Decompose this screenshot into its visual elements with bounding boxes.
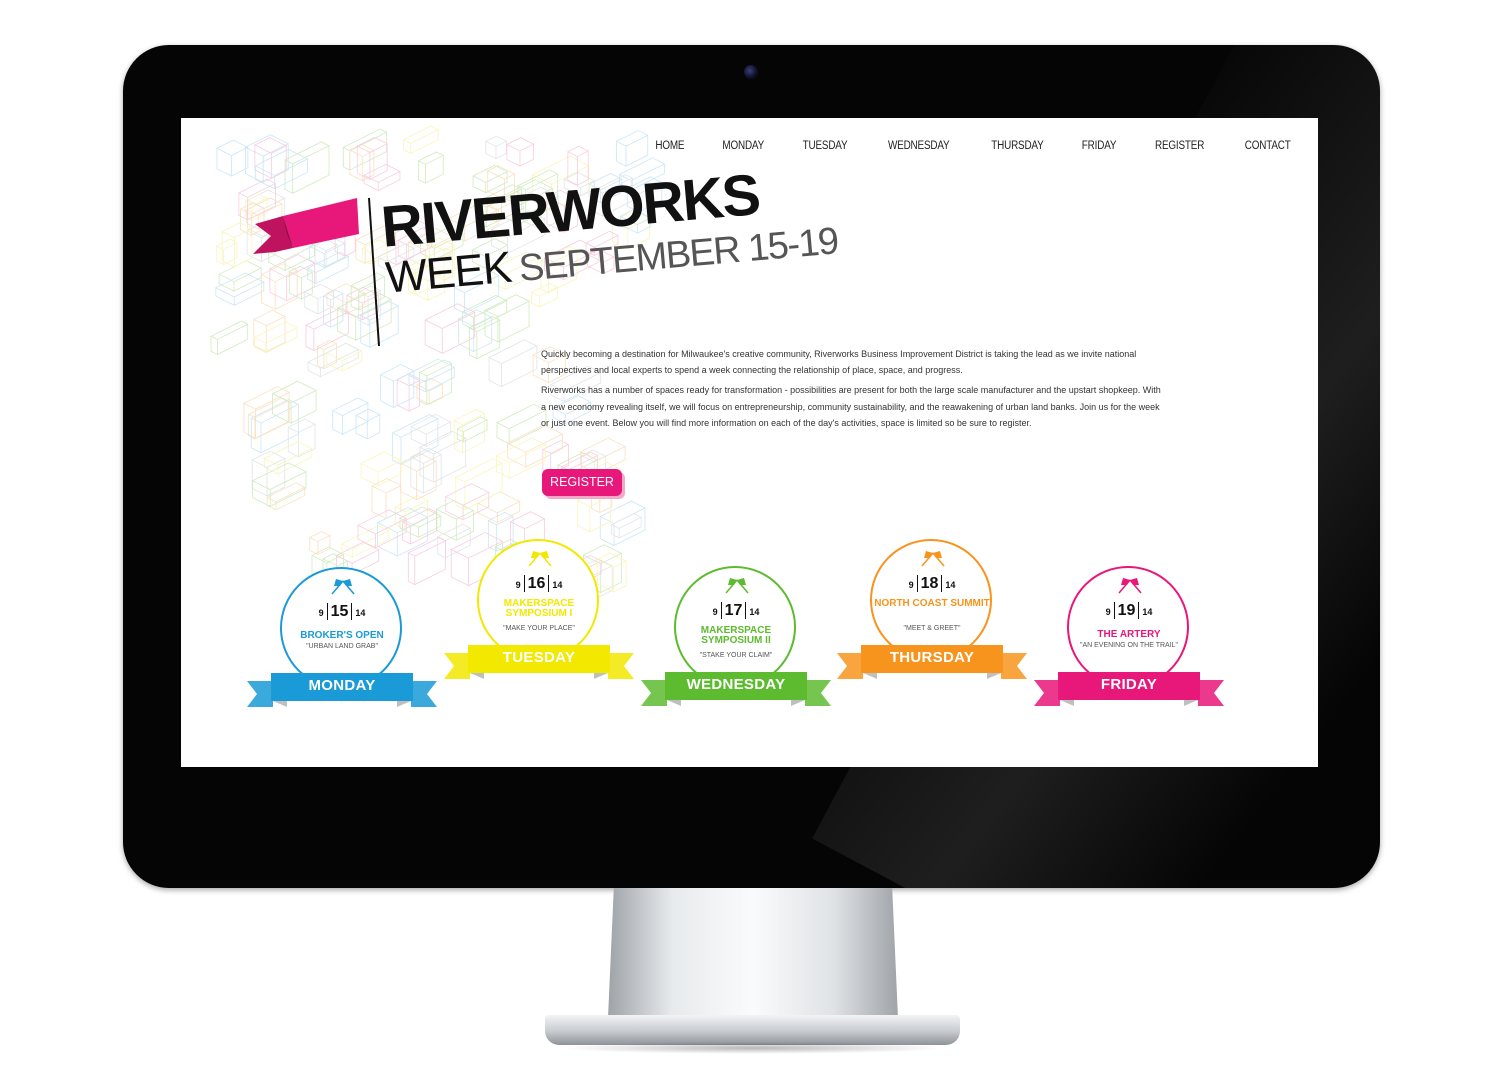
logo-week: WEEK: [383, 242, 514, 303]
badge-weekday-label: THURSDAY: [889, 649, 975, 666]
pink-ribbon-flag-icon: [253, 197, 380, 346]
badge-tagline: "MEET & GREET": [903, 625, 961, 632]
isometric-building-outline: [284, 141, 330, 194]
monitor-stand-shadow: [560, 1042, 945, 1054]
intro-paragraph: Quickly becoming a destination for Milwa…: [541, 349, 1137, 376]
day-badge-monday[interactable]: 9 15 14 BROKER'S OPEN "URBAN LAND GRAB" MO…: [247, 567, 437, 727]
badge-tagline: "STAKE YOUR CLAIM": [699, 652, 773, 659]
isometric-building-outline: [244, 134, 290, 184]
day-badge-thursday[interactable]: 9 18 14 NORTH COAST SUMMIT "MEET & GREET" …: [837, 539, 1027, 699]
crossed-flags-icon: [1118, 578, 1142, 594]
nav-thursday[interactable]: THURSDAY: [991, 140, 1043, 152]
crossed-flags-icon: [331, 579, 355, 595]
badge-date: 9 17 14: [641, 602, 831, 620]
badge-year: 14: [355, 608, 366, 618]
badge-day: 19: [1113, 602, 1140, 619]
crossed-flags-icon: [528, 551, 552, 567]
isometric-building-outline: [576, 489, 612, 533]
badge-event-title: THE ARTERY: [1097, 629, 1161, 640]
badge-weekday-label: TUESDAY: [502, 649, 576, 666]
badge-day: 18: [916, 575, 943, 592]
badge-year: 14: [1142, 607, 1153, 617]
badge-day: 16: [523, 575, 550, 592]
monitor-stand-base: [545, 1015, 960, 1045]
isometric-building-outline: [331, 397, 369, 435]
isometric-building-outline: [495, 437, 547, 479]
isometric-building-outline: [453, 408, 486, 454]
badge-event-title: MAKERSPACE SYMPOSIUM I: [503, 598, 575, 619]
badge-day: 17: [720, 602, 747, 619]
isometric-building-outline: [484, 135, 508, 160]
badge-event-title: MAKERSPACE SYMPOSIUM II: [700, 625, 772, 646]
isometric-building-outline: [416, 377, 444, 405]
isometric-building-outline: [308, 531, 331, 556]
nav-wednesday[interactable]: WEDNESDAY: [888, 140, 950, 152]
isometric-building-outline: [424, 303, 476, 354]
nav-contact[interactable]: CONTACT: [1244, 140, 1290, 152]
intro-text: Quickly becoming a destination for Milwa…: [541, 346, 1166, 435]
main-nav: HOME MONDAY TUESDAY WEDNESDAY THURSDAY F…: [621, 140, 1294, 152]
badge-event-title: BROKER'S OPEN: [300, 630, 384, 641]
badge-tagline: "URBAN LAND GRAB": [306, 643, 378, 650]
isometric-building-outline: [496, 403, 547, 445]
isometric-building-outline: [307, 342, 360, 378]
isometric-building-outline: [325, 342, 363, 372]
crossed-flags-icon: [725, 578, 749, 594]
badge-date: 9 16 14: [444, 575, 634, 593]
isometric-building-outline: [454, 458, 503, 511]
isometric-building-outline: [287, 418, 316, 458]
nav-home[interactable]: HOME: [655, 140, 684, 152]
badge-date: 9 19 14: [1034, 602, 1224, 620]
badge-weekday-label: WEDNESDAY: [686, 676, 786, 693]
isometric-building-outline: [263, 441, 313, 475]
intro-paragraph: Riverworks has a number of spaces ready …: [541, 385, 1161, 428]
badge-year: 14: [749, 607, 760, 617]
isometric-building-outline: [216, 139, 249, 177]
register-button[interactable]: REGISTER: [542, 469, 622, 496]
day-badge-wednesday[interactable]: 9 17 14 MAKERSPACE SYMPOSIUM II "STAKE YOU…: [641, 566, 831, 726]
badge-day: 15: [326, 603, 353, 620]
isometric-building-outline: [488, 339, 538, 388]
badge-year: 14: [945, 580, 956, 590]
badge-weekday-label: MONDAY: [308, 677, 376, 694]
camera-icon: [744, 65, 758, 79]
crossed-flags-icon: [921, 551, 945, 567]
isometric-building-outline: [391, 414, 439, 466]
badge-month: 9: [908, 580, 914, 590]
isometric-building-outline: [396, 374, 421, 412]
nav-monday[interactable]: MONDAY: [722, 140, 764, 152]
isometric-building-outline: [418, 359, 453, 406]
badge-event-title: NORTH COAST SUMMIT: [874, 598, 990, 609]
isometric-building-outline: [266, 482, 306, 511]
isometric-building-outline: [506, 137, 535, 167]
badge-month: 9: [318, 608, 324, 618]
badge-weekday-label: FRIDAY: [1100, 676, 1158, 693]
nav-tuesday[interactable]: TUESDAY: [803, 140, 848, 152]
isometric-building-outline: [402, 125, 440, 155]
isometric-building-outline: [408, 358, 456, 393]
badge-tagline: "AN EVENING ON THE TRAIL": [1079, 642, 1179, 649]
badge-month: 9: [712, 607, 718, 617]
nav-register[interactable]: REGISTER: [1155, 140, 1204, 152]
badge-date: 9 15 14: [247, 603, 437, 621]
badge-month: 9: [515, 580, 521, 590]
day-badge-tuesday[interactable]: 9 16 14 MAKERSPACE SYMPOSIUM I "MAKE YOUR …: [444, 539, 634, 699]
isometric-building-outline: [360, 451, 402, 487]
isometric-building-outline: [210, 320, 249, 356]
isometric-building-outline: [215, 238, 238, 266]
website-screen: HOME MONDAY TUESDAY WEDNESDAY THURSDAY F…: [181, 118, 1318, 767]
isometric-building-outline: [417, 151, 445, 184]
day-badge-friday[interactable]: 9 19 14 THE ARTERY "AN EVENING ON THE TRAI…: [1034, 566, 1224, 726]
badge-year: 14: [552, 580, 563, 590]
nav-friday[interactable]: FRIDAY: [1082, 140, 1117, 152]
badge-tagline: "MAKE YOUR PLACE": [503, 625, 575, 632]
badge-date: 9 18 14: [837, 575, 1027, 593]
isometric-building-outline: [399, 452, 437, 501]
isometric-building-outline: [456, 416, 488, 443]
badge-month: 9: [1105, 607, 1111, 617]
monitor-stand-neck: [608, 888, 898, 1018]
